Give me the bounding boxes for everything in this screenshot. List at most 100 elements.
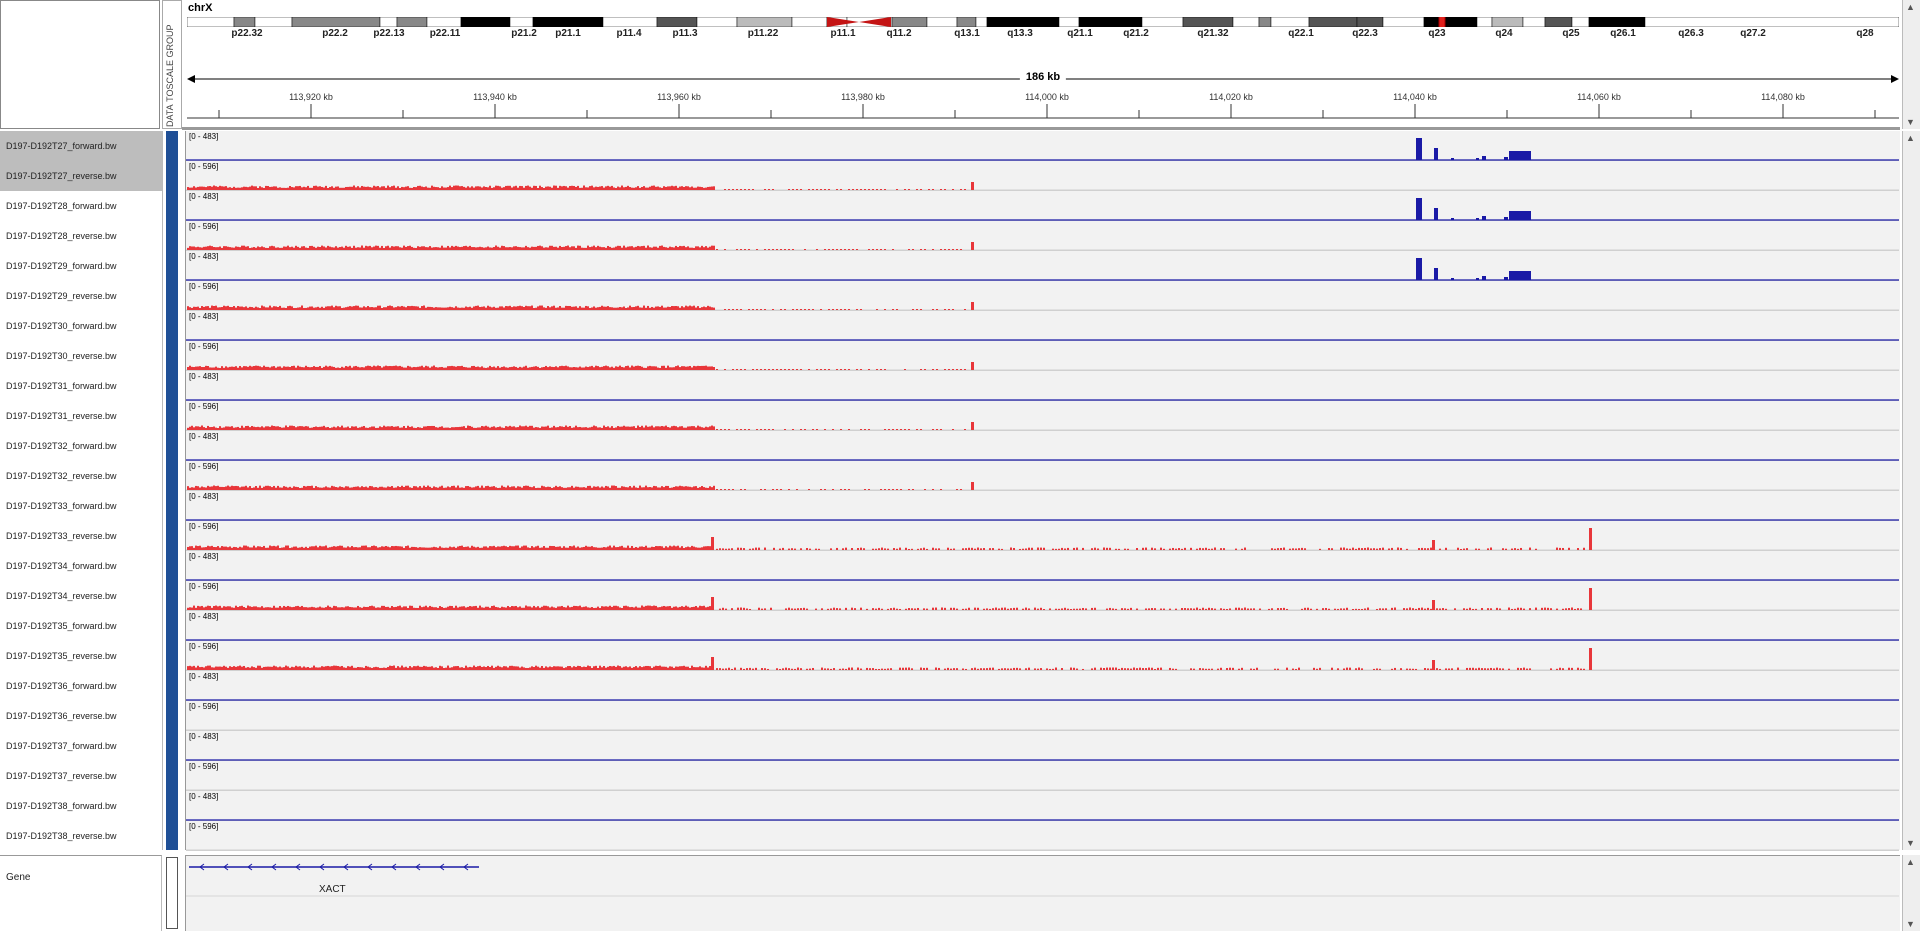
- scroll-down-icon[interactable]: ▼: [1906, 117, 1915, 127]
- track-name[interactable]: D197-D192T27_forward.bw: [0, 131, 162, 161]
- data-track[interactable]: [0 - 483]: [186, 671, 1899, 701]
- track-name[interactable]: D197-D192T29_forward.bw: [0, 251, 162, 281]
- scroll-up-icon[interactable]: ▲: [1906, 2, 1915, 12]
- track-name[interactable]: D197-D192T33_reverse.bw: [0, 521, 162, 551]
- ideogram-band[interactable]: [1058, 17, 1080, 27]
- ideogram-band[interactable]: [1182, 17, 1234, 27]
- track-name[interactable]: D197-D192T34_forward.bw: [0, 551, 162, 581]
- track-name[interactable]: D197-D192T32_forward.bw: [0, 431, 162, 461]
- data-track[interactable]: [0 - 596]: [186, 161, 1899, 191]
- ideogram-band[interactable]: [975, 17, 988, 27]
- ideogram-band[interactable]: [396, 17, 428, 27]
- ideogram-band[interactable]: [602, 17, 658, 27]
- track-name[interactable]: D197-D192T34_reverse.bw: [0, 581, 162, 611]
- ideogram-band[interactable]: [1423, 17, 1478, 27]
- ideogram-band[interactable]: [986, 17, 1060, 27]
- ideogram-band[interactable]: [460, 17, 511, 27]
- data-panel[interactable]: [0 - 483] [0 - 596] [0 - 483] [0 - 596] [0 -…: [185, 131, 1900, 851]
- track-name[interactable]: D197-D192T35_reverse.bw: [0, 641, 162, 671]
- ideogram-band[interactable]: [1232, 17, 1260, 27]
- scroll-down-icon[interactable]: ▼: [1906, 919, 1915, 929]
- track-name[interactable]: D197-D192T36_forward.bw: [0, 671, 162, 701]
- track-name[interactable]: D197-D192T37_forward.bw: [0, 731, 162, 761]
- data-track[interactable]: [0 - 483]: [186, 131, 1899, 161]
- data-track[interactable]: [0 - 596]: [186, 581, 1899, 611]
- ideogram-band[interactable]: [1588, 17, 1646, 27]
- track-name[interactable]: D197-D192T38_reverse.bw: [0, 821, 162, 851]
- ruler-divider[interactable]: [182, 127, 1900, 130]
- data-track[interactable]: [0 - 596]: [186, 761, 1899, 791]
- data-track[interactable]: [0 - 483]: [186, 371, 1899, 401]
- data-track[interactable]: [0 - 596]: [186, 401, 1899, 431]
- data-track[interactable]: [0 - 596]: [186, 641, 1899, 671]
- gene-track-panel[interactable]: XACT: [185, 855, 1900, 931]
- ideogram-band[interactable]: [1258, 17, 1272, 27]
- ideogram-band[interactable]: [1491, 17, 1524, 27]
- data-track[interactable]: [0 - 483]: [186, 311, 1899, 341]
- ideogram-band[interactable]: [1141, 17, 1184, 27]
- ideogram-band[interactable]: [791, 17, 828, 27]
- ideogram-band[interactable]: [736, 17, 793, 27]
- chromosome-ideogram[interactable]: [187, 17, 1899, 27]
- scroll-up-icon[interactable]: ▲: [1906, 133, 1915, 143]
- track-name[interactable]: D197-D192T30_reverse.bw: [0, 341, 162, 371]
- current-region-marker[interactable]: [1438, 17, 1446, 27]
- data-track[interactable]: [0 - 483]: [186, 251, 1899, 281]
- ideogram-band[interactable]: [254, 17, 293, 27]
- data-track[interactable]: [0 - 596]: [186, 461, 1899, 491]
- ideogram-band[interactable]: [379, 17, 398, 27]
- data-track[interactable]: [0 - 483]: [186, 551, 1899, 581]
- ideogram-band[interactable]: [1078, 17, 1143, 27]
- track-name[interactable]: D197-D192T27_reverse.bw: [0, 161, 162, 191]
- track-name[interactable]: D197-D192T32_reverse.bw: [0, 461, 162, 491]
- data-track[interactable]: [0 - 483]: [186, 731, 1899, 761]
- data-track[interactable]: [0 - 483]: [186, 191, 1899, 221]
- ideogram-band[interactable]: [1571, 17, 1590, 27]
- data-scrollbar[interactable]: ▲ ▼: [1902, 131, 1920, 850]
- data-track[interactable]: [0 - 483]: [186, 491, 1899, 521]
- ideogram-band[interactable]: [1544, 17, 1573, 27]
- ideogram-band[interactable]: [1522, 17, 1546, 27]
- ideogram-band[interactable]: [1356, 17, 1384, 27]
- header-scrollbar[interactable]: ▲ ▼: [1902, 0, 1920, 129]
- ideogram-band[interactable]: [509, 17, 534, 27]
- ideogram-band[interactable]: [233, 17, 256, 27]
- track-name[interactable]: D197-D192T33_forward.bw: [0, 491, 162, 521]
- data-track[interactable]: [0 - 596]: [186, 701, 1899, 731]
- gene-feature[interactable]: [186, 856, 1899, 932]
- ideogram-band[interactable]: [656, 17, 698, 27]
- ideogram-band[interactable]: [426, 17, 462, 27]
- track-name[interactable]: D197-D192T30_forward.bw: [0, 311, 162, 341]
- data-track[interactable]: [0 - 596]: [186, 281, 1899, 311]
- track-name[interactable]: D197-D192T31_forward.bw: [0, 371, 162, 401]
- track-name[interactable]: D197-D192T28_reverse.bw: [0, 221, 162, 251]
- data-track[interactable]: [0 - 596]: [186, 221, 1899, 251]
- ideogram-band[interactable]: [1270, 17, 1310, 27]
- ideogram-band[interactable]: [696, 17, 738, 27]
- scroll-up-icon[interactable]: ▲: [1906, 857, 1915, 867]
- ideogram-band[interactable]: [891, 17, 928, 27]
- ideogram-band[interactable]: [1308, 17, 1358, 27]
- track-name[interactable]: D197-D192T29_reverse.bw: [0, 281, 162, 311]
- ideogram-band[interactable]: [956, 17, 977, 27]
- data-track[interactable]: [0 - 596]: [186, 341, 1899, 371]
- track-name[interactable]: D197-D192T31_reverse.bw: [0, 401, 162, 431]
- scroll-down-icon[interactable]: ▼: [1906, 838, 1915, 848]
- data-track[interactable]: [0 - 483]: [186, 611, 1899, 641]
- data-track[interactable]: [0 - 596]: [186, 821, 1899, 851]
- ideogram-band[interactable]: [532, 17, 604, 27]
- track-name[interactable]: D197-D192T35_forward.bw: [0, 611, 162, 641]
- track-name[interactable]: D197-D192T28_forward.bw: [0, 191, 162, 221]
- track-name[interactable]: D197-D192T38_forward.bw: [0, 791, 162, 821]
- ideogram-band[interactable]: [926, 17, 958, 27]
- data-track[interactable]: [0 - 483]: [186, 431, 1899, 461]
- ideogram-band[interactable]: [1382, 17, 1425, 27]
- data-track[interactable]: [0 - 596]: [186, 521, 1899, 551]
- ideogram-band[interactable]: [1644, 17, 1899, 27]
- attribute-strip[interactable]: [166, 131, 178, 850]
- ideogram-band[interactable]: [1476, 17, 1493, 27]
- data-track[interactable]: [0 - 483]: [186, 791, 1899, 821]
- track-name[interactable]: D197-D192T37_reverse.bw: [0, 761, 162, 791]
- gene-track-label[interactable]: Gene: [6, 872, 30, 883]
- gene-scrollbar[interactable]: ▲ ▼: [1902, 855, 1920, 931]
